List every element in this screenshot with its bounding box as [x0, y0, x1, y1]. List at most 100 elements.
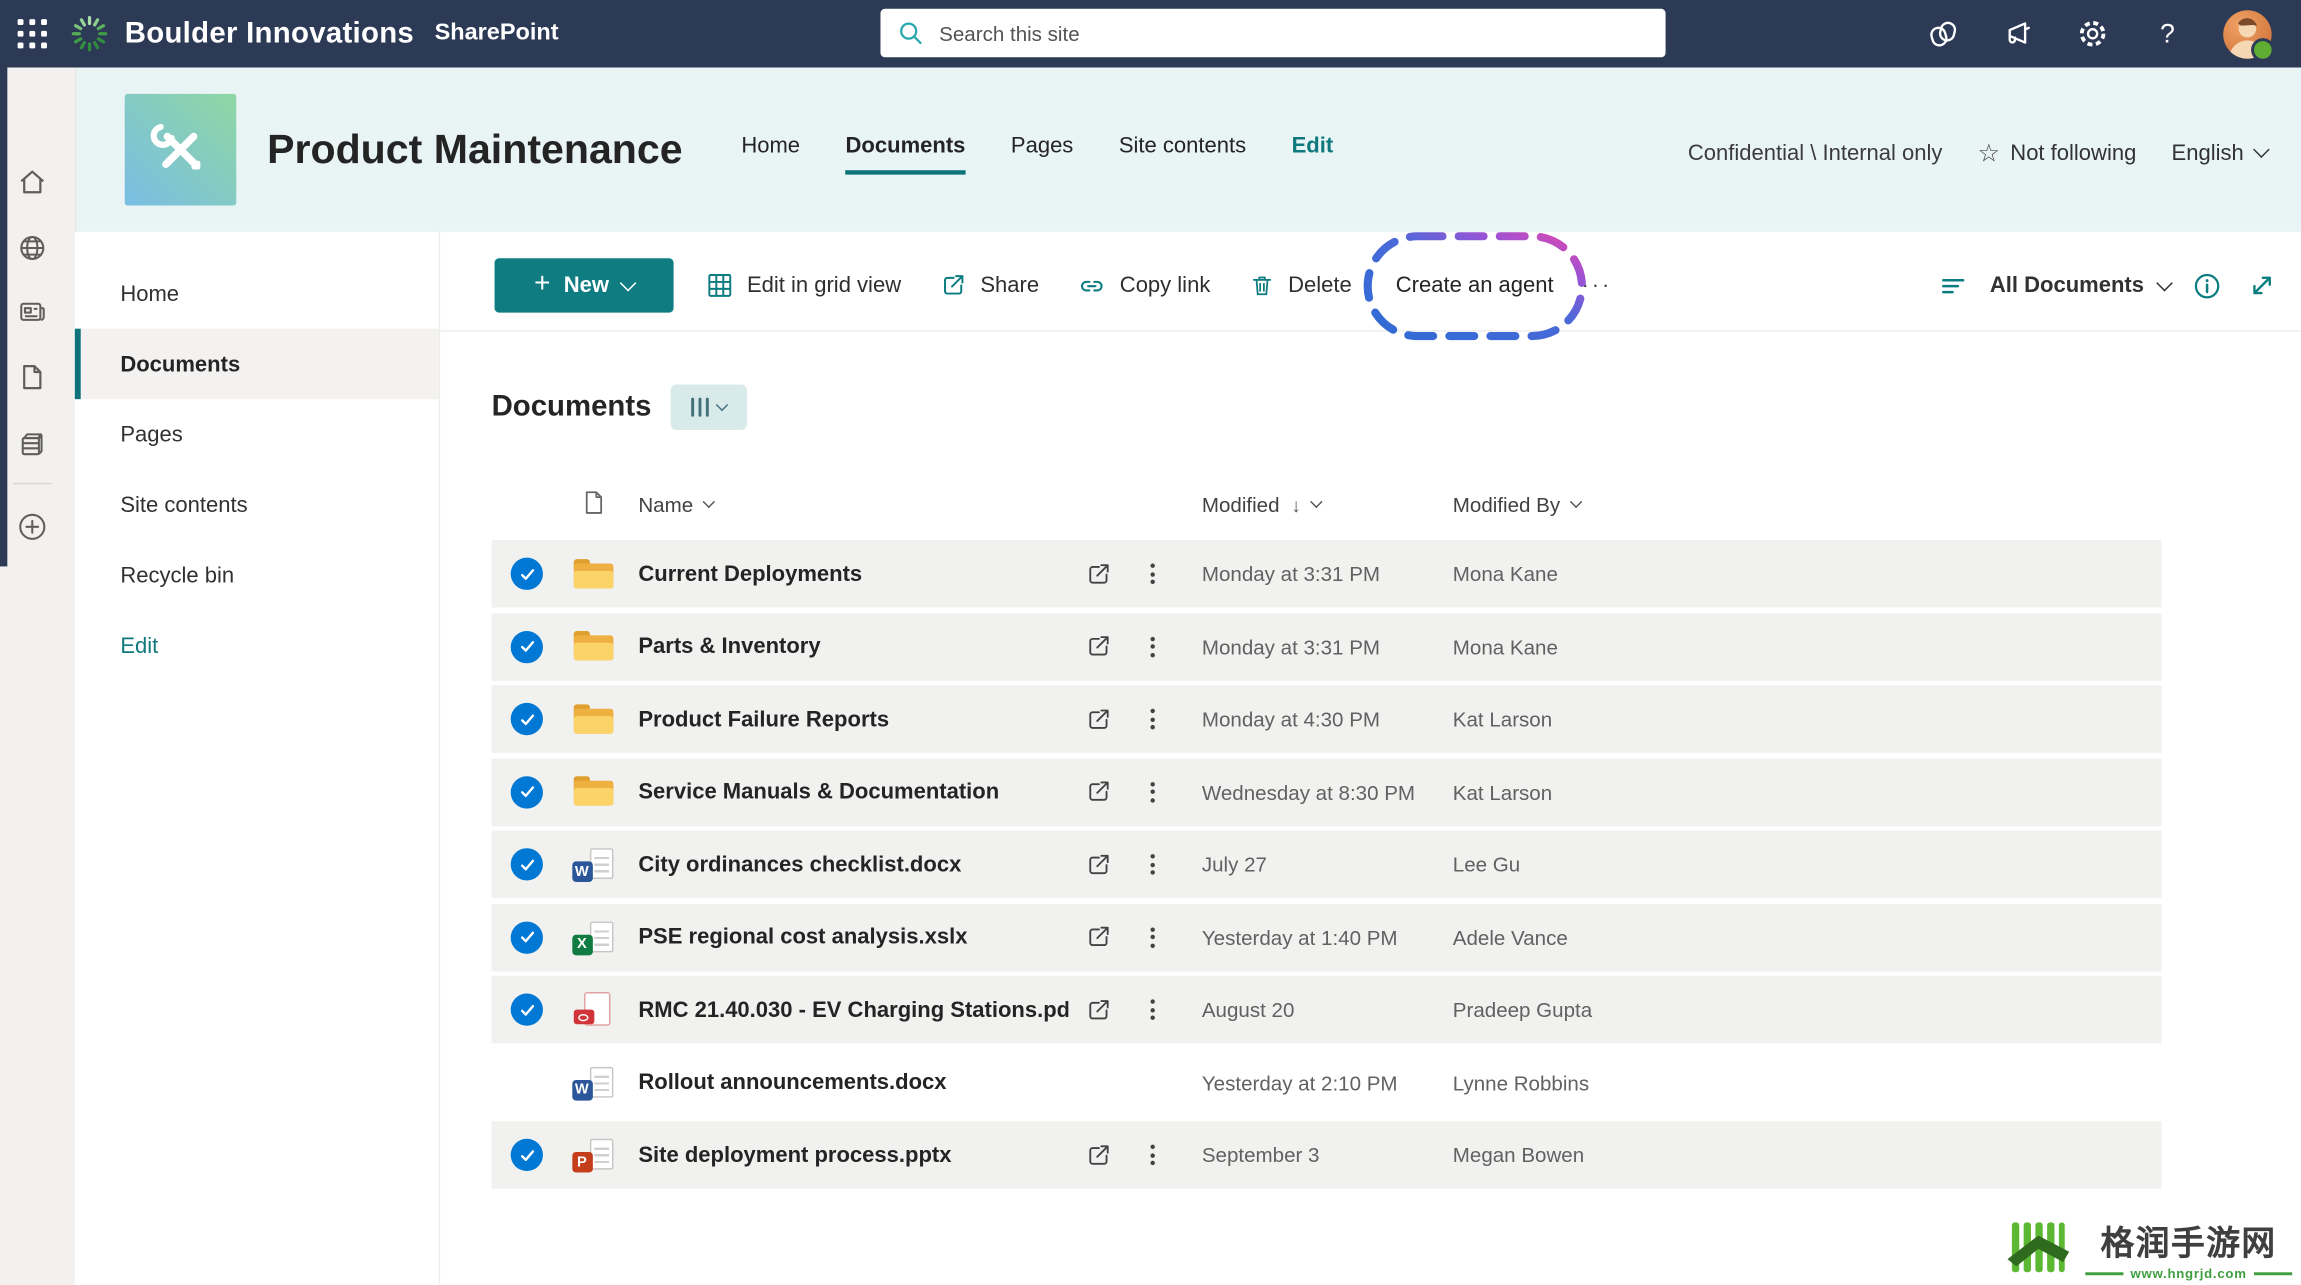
file-name[interactable]: PSE regional cost analysis.xslx	[624, 925, 1069, 950]
site-nav-edit[interactable]: Edit	[1292, 134, 1334, 175]
share-row-icon[interactable]	[1084, 778, 1112, 806]
more-actions-icon[interactable]	[1144, 776, 1160, 808]
table-row[interactable]: Product Failure Reports Monday at 4:30 P…	[492, 685, 2162, 753]
file-name[interactable]: City ordinances checklist.docx	[624, 852, 1069, 877]
table-row[interactable]: Parts & Inventory Monday at 3:31 PM Mona…	[492, 613, 2162, 681]
delete-button[interactable]: Delete	[1229, 271, 1370, 299]
file-name[interactable]: Service Manuals & Documentation	[624, 779, 1069, 804]
announcements-icon[interactable]	[1999, 15, 2037, 53]
file-name[interactable]: Rollout announcements.docx	[624, 1070, 1069, 1095]
edit-in-grid-view-button[interactable]: Edit in grid view	[687, 271, 920, 299]
more-actions-icon[interactable]	[1144, 993, 1160, 1025]
modified-by-value[interactable]: Kat Larson	[1453, 707, 2162, 730]
row-selected-checkbox[interactable]	[511, 1139, 543, 1171]
sidebar-item-home[interactable]: Home	[75, 258, 439, 328]
more-actions-icon[interactable]	[1144, 630, 1160, 662]
site-nav-documents[interactable]: Documents	[846, 134, 966, 175]
new-button[interactable]: + New	[495, 258, 674, 312]
more-actions-icon[interactable]	[1144, 558, 1160, 590]
table-row[interactable]: Current Deployments Monday at 3:31 PM Mo…	[492, 540, 2162, 608]
row-selected-checkbox[interactable]	[511, 993, 543, 1025]
table-row[interactable]: P Site deployment process.pptx September…	[492, 1121, 2162, 1189]
site-nav-home[interactable]: Home	[741, 134, 800, 175]
more-actions-icon[interactable]	[1144, 703, 1160, 735]
sidebar-item-recycle-bin[interactable]: Recycle bin	[75, 540, 439, 610]
table-row[interactable]: X PSE regional cost analysis.xslx Yester…	[492, 903, 2162, 971]
rail-globe-icon[interactable]	[13, 229, 51, 267]
row-selected-checkbox[interactable]	[511, 776, 543, 808]
settings-gear-icon[interactable]	[2074, 15, 2112, 53]
row-selected-checkbox[interactable]	[511, 630, 543, 662]
follow-button[interactable]: ☆ Not following	[1978, 140, 2137, 165]
modified-by-value[interactable]: Mona Kane	[1453, 562, 2162, 585]
app-launcher-icon[interactable]	[18, 19, 47, 48]
copilot-icon[interactable]	[1924, 15, 1962, 53]
file-name[interactable]: Current Deployments	[624, 561, 1069, 586]
column-header-modified-by[interactable]: Modified By	[1453, 493, 2162, 516]
share-row-icon[interactable]	[1084, 560, 1112, 588]
chevron-down-icon	[2253, 141, 2270, 158]
search-input[interactable]	[936, 20, 1617, 46]
modified-value: Monday at 3:31 PM	[1177, 562, 1453, 585]
rail-create-icon[interactable]	[13, 508, 51, 546]
file-name[interactable]: Parts & Inventory	[624, 634, 1069, 659]
more-actions-icon[interactable]	[1144, 1139, 1160, 1171]
share-row-icon[interactable]	[1084, 1141, 1112, 1169]
share-button[interactable]: Share	[920, 271, 1058, 299]
share-row-icon[interactable]	[1084, 850, 1112, 878]
row-selected-checkbox[interactable]	[511, 558, 543, 590]
modified-by-value[interactable]: Lynne Robbins	[1453, 1071, 2162, 1094]
row-selected-checkbox[interactable]	[511, 921, 543, 953]
language-selector[interactable]: English	[2172, 140, 2268, 165]
help-icon[interactable]: ?	[2148, 15, 2186, 53]
column-header-name[interactable]: Name	[624, 493, 1069, 516]
share-row-icon[interactable]	[1084, 705, 1112, 733]
more-commands-icon[interactable]: ···	[1582, 273, 1613, 298]
info-icon[interactable]	[2189, 268, 2224, 303]
share-row-icon[interactable]	[1084, 923, 1112, 951]
site-sidebar: Home Documents Pages Site contents Recyc…	[75, 232, 440, 1285]
file-name[interactable]: Product Failure Reports	[624, 707, 1069, 732]
more-actions-icon[interactable]	[1144, 848, 1160, 880]
modified-by-value[interactable]: Pradeep Gupta	[1453, 998, 2162, 1021]
site-title[interactable]: Product Maintenance	[267, 126, 683, 173]
file-name[interactable]: Site deployment process.pptx	[624, 1142, 1069, 1167]
view-toggle-button[interactable]	[670, 384, 746, 429]
rail-document-icon[interactable]	[13, 358, 51, 396]
table-row[interactable]: RMC 21.40.030 - EV Charging Stations.pdf…	[492, 976, 2162, 1044]
account-avatar[interactable]	[2223, 10, 2271, 58]
modified-by-value[interactable]: Mona Kane	[1453, 635, 2162, 658]
share-row-icon[interactable]	[1084, 996, 1112, 1024]
view-options-icon[interactable]	[1936, 268, 1971, 303]
product-name[interactable]: SharePoint	[435, 21, 559, 47]
site-nav-site-contents[interactable]: Site contents	[1119, 134, 1246, 175]
sidebar-item-pages[interactable]: Pages	[75, 399, 439, 469]
rail-home-icon[interactable]	[13, 163, 51, 201]
create-agent-button[interactable]: Create an agent	[1371, 272, 1579, 298]
expand-icon[interactable]	[2244, 268, 2279, 303]
site-nav-pages[interactable]: Pages	[1011, 134, 1073, 175]
file-type-column-icon[interactable]	[582, 490, 604, 519]
view-selector[interactable]: All Documents	[1990, 273, 2171, 298]
site-logo[interactable]	[125, 94, 237, 206]
more-actions-icon[interactable]	[1144, 921, 1160, 953]
rail-library-icon[interactable]	[13, 426, 51, 464]
rail-news-icon[interactable]	[13, 293, 51, 331]
file-name[interactable]: RMC 21.40.030 - EV Charging Stations.pdf	[624, 997, 1069, 1022]
modified-by-value[interactable]: Megan Bowen	[1453, 1143, 2162, 1166]
modified-by-value[interactable]: Adele Vance	[1453, 925, 2162, 948]
table-row[interactable]: W City ordinances checklist.docx July 27…	[492, 831, 2162, 899]
table-row[interactable]: W Rollout announcements.docx Yesterday a…	[492, 1049, 2162, 1117]
sidebar-item-documents[interactable]: Documents	[75, 329, 439, 399]
row-selected-checkbox[interactable]	[511, 848, 543, 880]
site-search-box[interactable]	[880, 9, 1665, 57]
sidebar-item-edit[interactable]: Edit	[75, 610, 439, 680]
column-header-modified[interactable]: Modified ↓	[1177, 493, 1453, 516]
copy-link-button[interactable]: Copy link	[1058, 271, 1229, 300]
share-row-icon[interactable]	[1084, 632, 1112, 660]
row-selected-checkbox[interactable]	[511, 703, 543, 735]
modified-by-value[interactable]: Lee Gu	[1453, 853, 2162, 876]
table-row[interactable]: Service Manuals & Documentation Wednesda…	[492, 758, 2162, 826]
modified-by-value[interactable]: Kat Larson	[1453, 780, 2162, 803]
sidebar-item-site-contents[interactable]: Site contents	[75, 470, 439, 540]
